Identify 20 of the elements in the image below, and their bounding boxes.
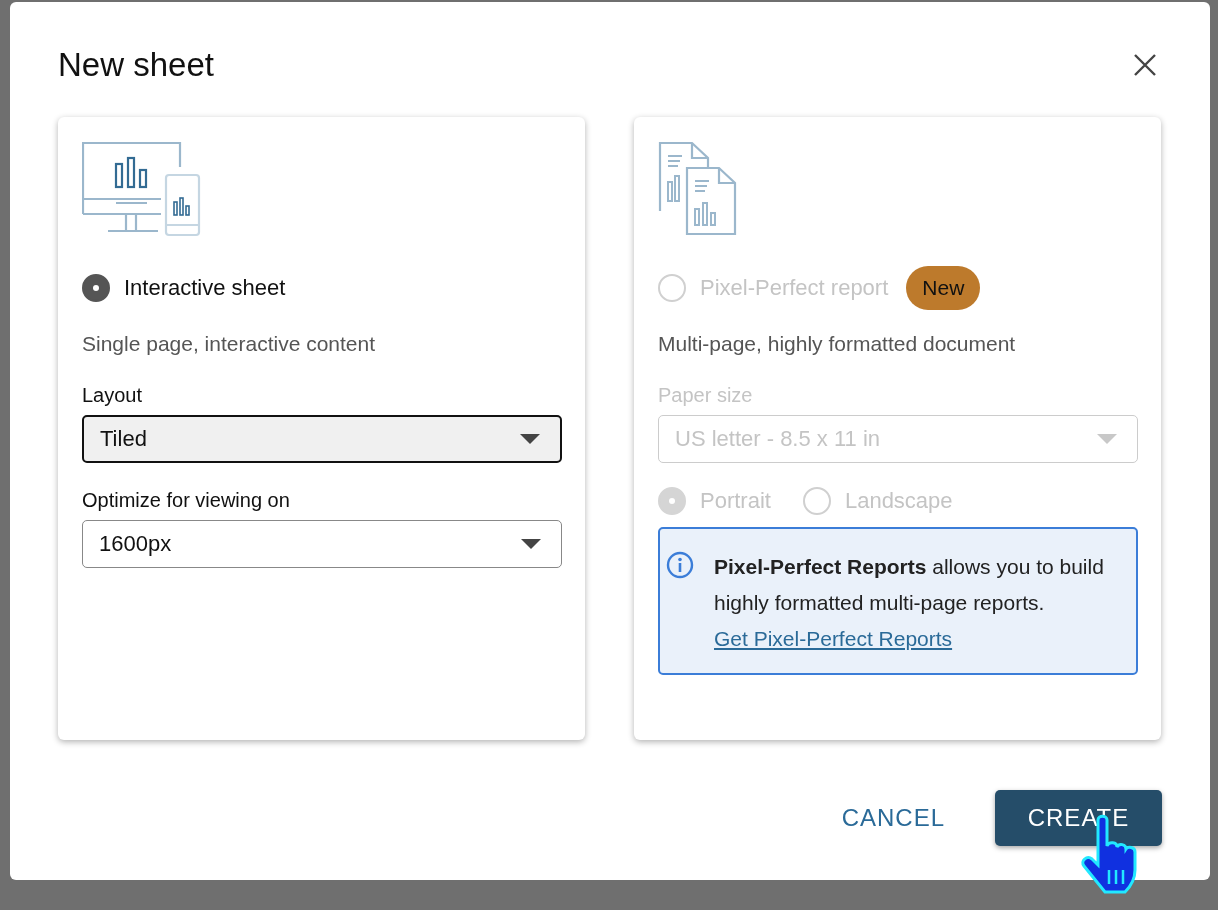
dropdown-field[interactable]: Tiled — [82, 415, 562, 463]
option-label[interactable]: Interactive sheet — [124, 275, 286, 301]
new-badge: New — [906, 266, 981, 310]
option-description: Multi-page, highly formatted document — [658, 332, 1016, 356]
documents-chart-icon — [658, 141, 738, 237]
radio-button[interactable] — [82, 274, 110, 302]
option-description: Single page, interactive content — [82, 332, 376, 356]
info-text: Pixel-Perfect Reports allows you to build highly formatted multi-page reports. Get Pixel-Perfect Reports — [714, 554, 1105, 652]
field-label: Optimize for viewing on — [82, 489, 290, 512]
caret-icon — [520, 434, 540, 444]
caret-icon — [521, 539, 541, 549]
close-icon[interactable] — [1132, 52, 1158, 78]
dialog-title: New sheet — [58, 46, 214, 84]
field-label: Layout — [82, 384, 143, 407]
dropdown-field[interactable]: 1600px — [82, 520, 562, 568]
field-label: Paper size — [658, 384, 753, 407]
caret-icon — [1097, 434, 1117, 444]
create-button[interactable]: CREATE — [995, 790, 1162, 846]
info-icon — [666, 551, 694, 579]
cancel-button[interactable]: CANCEL — [841, 790, 945, 846]
